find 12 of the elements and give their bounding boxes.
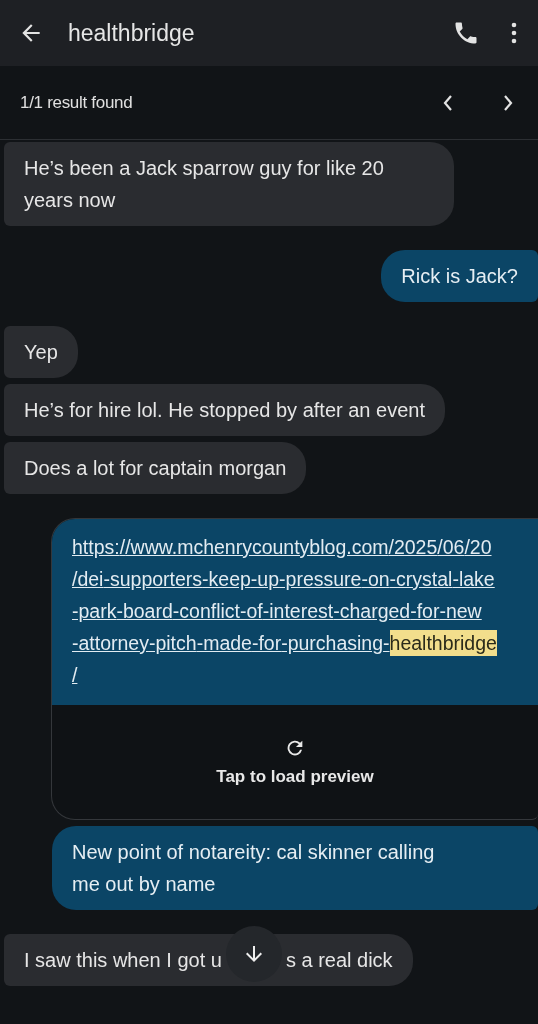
message-bubble: Rick is Jack?: [381, 250, 538, 302]
load-preview-link[interactable]: Tap to load preview: [216, 767, 374, 787]
message-text: I saw this when I got u: [24, 948, 222, 973]
chat-title: healthbridge: [68, 19, 196, 47]
message-bubble: Yep: [4, 326, 78, 378]
search-result-count: 1/1 result found: [20, 92, 134, 113]
message-bubble: He’s been a Jack sparrow guy for like 20 years now: [4, 142, 454, 226]
message-bubble: He’s for hire lol. He stopped by after an event: [4, 384, 445, 436]
more-options-icon[interactable]: [510, 21, 518, 45]
message-text: s a real dick: [285, 948, 393, 973]
message-bubble: New point of notareity: cal skinner calling me out by name: [52, 826, 538, 910]
message-bubble: Does a lot for captain morgan: [4, 442, 307, 494]
